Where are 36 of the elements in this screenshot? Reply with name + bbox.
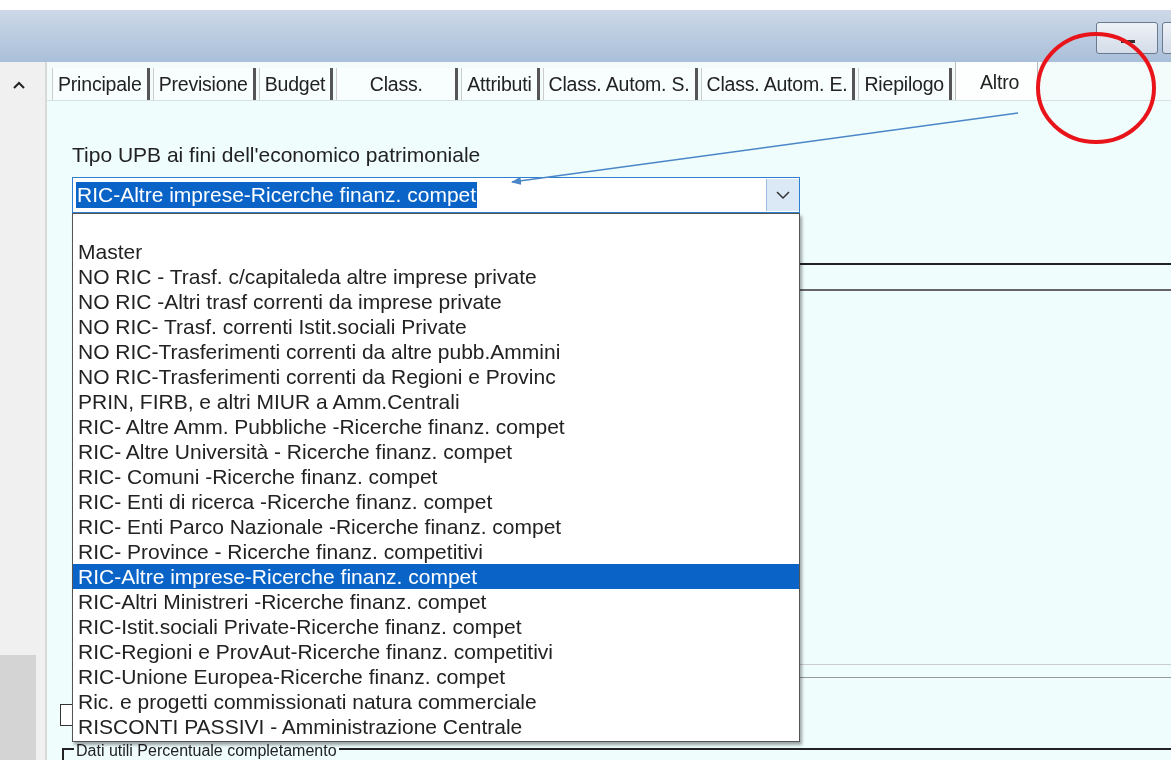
dropdown-option[interactable]: NO RIC -Altri trasf correnti da imprese private bbox=[73, 289, 799, 314]
dropdown-option[interactable]: NO RIC-Trasferimenti correnti da altre pubb.Ammini bbox=[73, 339, 799, 364]
dropdown-option[interactable]: RIC- Altre Università - Ricerche finanz. compet bbox=[73, 439, 799, 464]
tab[interactable]: Attributi bbox=[461, 68, 540, 100]
dropdown-field[interactable]: RIC-Altre imprese-Ricerche finanz. compet bbox=[72, 177, 800, 213]
tab[interactable]: Altro bbox=[955, 62, 1039, 100]
dropdown-option[interactable]: NO RIC-Trasferimenti correnti da Regioni e Provinc bbox=[73, 364, 799, 389]
dropdown-option[interactable]: RIC- Enti Parco Nazionale -Ricerche finanz. compet bbox=[73, 514, 799, 539]
field-label: Tipo UPB ai fini dell'economico patrimoniale bbox=[72, 143, 482, 167]
dropdown-option[interactable]: NO RIC- Trasf. correnti Istit.sociali Private bbox=[73, 314, 799, 339]
tab[interactable]: Class. Autom. S. bbox=[542, 68, 698, 100]
dropdown-option[interactable]: PRIN, FIRB, e altri MIUR a Amm.Centrali bbox=[73, 389, 799, 414]
dropdown-option[interactable]: NO RIC - Trasf. c/capitaleda altre imprese private bbox=[73, 264, 799, 289]
dropdown-option[interactable]: Ric. e progetti commissionati natura commerciale bbox=[73, 689, 799, 714]
group-title: Dati utili Percentuale completamento bbox=[74, 742, 339, 759]
tab[interactable]: Principale bbox=[52, 68, 150, 100]
dropdown-option[interactable]: RIC-Altri Ministreri -Ricerche finanz. compet bbox=[73, 589, 799, 614]
dropdown-option[interactable]: RIC- Province - Ricerche finanz. competitivi bbox=[73, 539, 799, 564]
dropdown-option[interactable]: RIC-Altre imprese-Ricerche finanz. compet bbox=[73, 564, 799, 589]
chevron-up-icon[interactable] bbox=[13, 81, 25, 89]
tab[interactable]: Class. bbox=[336, 68, 459, 100]
tab[interactable]: Budget bbox=[258, 68, 334, 100]
dropdown-option[interactable]: RIC-Regioni e ProvAut-Ricerche finanz. competitivi bbox=[73, 639, 799, 664]
dropdown-option[interactable]: RIC- Enti di ricerca -Ricerche finanz. compet bbox=[73, 489, 799, 514]
chevron-down-icon bbox=[776, 190, 790, 200]
dropdown-option[interactable]: RIC- Comuni -Ricerche finanz. compet bbox=[73, 464, 799, 489]
dropdown-option[interactable]: Master bbox=[73, 239, 799, 264]
tab[interactable]: Class. Autom. E. bbox=[700, 68, 856, 100]
tab[interactable]: Previsione bbox=[152, 68, 256, 100]
dropdown-option[interactable]: RISCONTI PASSIVI - Amministrazione Centrale bbox=[73, 714, 799, 739]
dropdown-option[interactable]: RIC-Unione Europea-Ricerche finanz. compet bbox=[73, 664, 799, 689]
tab[interactable]: Riepilogo bbox=[858, 68, 952, 100]
dropdown-option[interactable]: RIC-Istit.sociali Private-Ricerche finanz. compet bbox=[73, 614, 799, 639]
dropdown-option[interactable]: RIC- Altre Amm. Pubbliche -Ricerche finanz. compet bbox=[73, 414, 799, 439]
minimize-button[interactable] bbox=[1096, 22, 1158, 54]
dropdown-button[interactable] bbox=[766, 179, 799, 211]
